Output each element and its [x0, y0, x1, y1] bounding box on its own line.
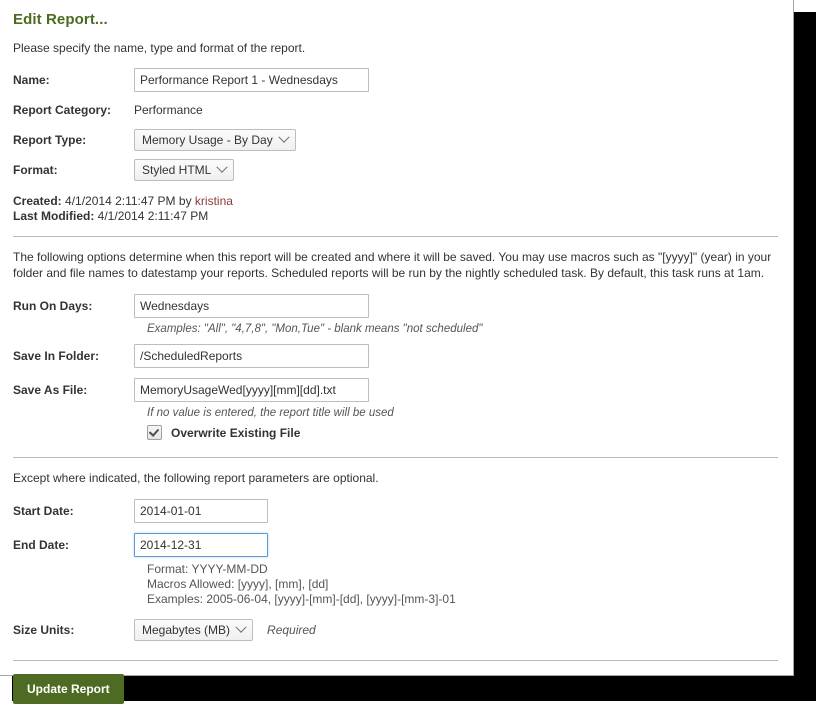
- save-as-file-input[interactable]: [134, 378, 369, 402]
- size-units-required-note: Required: [267, 623, 316, 637]
- edit-report-form: Edit Report... Please specify the name, …: [0, 0, 793, 704]
- row-start-date: Start Date:: [13, 498, 779, 524]
- section-divider-schedule: [13, 236, 778, 237]
- save-as-file-hint: If no value is entered, the report title…: [147, 407, 394, 419]
- label-save-as-file: Save As File:: [13, 383, 88, 397]
- label-format: Format:: [13, 163, 58, 177]
- field-save-as-file: [134, 378, 779, 402]
- date-hint-format: Format: YYYY-MM-DD: [147, 562, 268, 576]
- intro-text: Please specify the name, type and format…: [13, 41, 306, 55]
- created-value: 4/1/2014 2:11:47 PM by: [65, 194, 192, 208]
- label-name: Name:: [13, 73, 50, 87]
- run-on-days-input[interactable]: [134, 294, 369, 318]
- row-end-date: End Date:: [13, 532, 779, 558]
- field-name: [134, 68, 779, 92]
- label-report-category: Report Category:: [13, 103, 112, 117]
- created-line: Created: 4/1/2014 2:11:47 PM by kristina: [13, 194, 779, 209]
- last-modified-label: Last Modified:: [13, 209, 95, 223]
- parameters-description: Except where indicated, the following re…: [13, 471, 379, 485]
- row-size-units: Size Units: Megabytes (MB) Required: [13, 617, 779, 643]
- field-report-category: Performance: [134, 103, 779, 117]
- date-hint-macros: Macros Allowed: [yyyy], [mm], [dd]: [147, 577, 329, 591]
- created-label: Created:: [13, 194, 62, 208]
- page-title: Edit Report...: [13, 11, 108, 28]
- report-category-value: Performance: [134, 103, 203, 117]
- field-format: Styled HTML: [134, 159, 779, 181]
- field-start-date: [134, 499, 779, 523]
- field-save-in-folder: [134, 344, 779, 368]
- format-selected-value: Styled HTML: [142, 163, 212, 177]
- report-metadata: Created: 4/1/2014 2:11:47 PM by kristina…: [13, 194, 779, 224]
- field-end-date: [134, 533, 779, 557]
- chevron-down-icon: [216, 161, 229, 173]
- row-report-type: Report Type: Memory Usage - By Day: [13, 127, 779, 153]
- run-on-days-hint: Examples: "All", "4,7,8", "Mon,Tue" - bl…: [147, 323, 483, 335]
- field-report-type: Memory Usage - By Day: [134, 129, 779, 151]
- date-hints: Format: YYYY-MM-DD Macros Allowed: [yyyy…: [147, 562, 779, 607]
- edit-report-window: Edit Report... Please specify the name, …: [0, 0, 794, 704]
- save-in-folder-input[interactable]: [134, 344, 369, 368]
- row-format: Format: Styled HTML: [13, 157, 779, 183]
- schedule-description: The following options determine when thi…: [13, 250, 772, 280]
- size-units-selected-value: Megabytes (MB): [142, 623, 231, 637]
- row-save-as-file: Save As File:: [13, 377, 779, 403]
- start-date-input[interactable]: [134, 499, 268, 523]
- update-report-button[interactable]: Update Report: [13, 674, 124, 704]
- row-report-category: Report Category: Performance: [13, 97, 779, 123]
- report-type-select[interactable]: Memory Usage - By Day: [134, 129, 296, 151]
- end-date-input[interactable]: [134, 533, 268, 557]
- section-divider-actions: [13, 660, 778, 661]
- label-report-type: Report Type:: [13, 133, 87, 147]
- row-run-on-days: Run On Days:: [13, 293, 779, 319]
- row-save-in-folder: Save In Folder:: [13, 343, 779, 369]
- last-modified-value: 4/1/2014 2:11:47 PM: [97, 209, 209, 223]
- last-modified-line: Last Modified: 4/1/2014 2:11:47 PM: [13, 209, 779, 224]
- name-input[interactable]: [134, 68, 369, 92]
- created-by-user-link[interactable]: kristina: [195, 194, 233, 208]
- report-type-selected-value: Memory Usage - By Day: [142, 133, 273, 147]
- chevron-down-icon: [235, 621, 247, 633]
- label-size-units: Size Units:: [13, 623, 75, 637]
- overwrite-existing-file-checkbox[interactable]: [147, 425, 162, 440]
- chevron-down-icon: [278, 131, 290, 143]
- section-divider-parameters: [13, 457, 778, 458]
- overwrite-existing-file-row[interactable]: Overwrite Existing File: [147, 425, 779, 440]
- label-run-on-days: Run On Days:: [13, 299, 93, 313]
- label-start-date: Start Date:: [13, 504, 74, 518]
- row-name: Name:: [13, 67, 779, 93]
- label-save-in-folder: Save In Folder:: [13, 349, 100, 363]
- overwrite-existing-file-label: Overwrite Existing File: [171, 425, 301, 440]
- field-size-units: Megabytes (MB) Required: [134, 619, 779, 641]
- size-units-select[interactable]: Megabytes (MB): [134, 619, 254, 641]
- field-run-on-days: [134, 294, 779, 318]
- label-end-date: End Date:: [13, 538, 70, 552]
- date-hint-examples: Examples: 2005-06-04, [yyyy]-[mm]-[dd], …: [147, 592, 456, 606]
- format-select[interactable]: Styled HTML: [134, 159, 235, 181]
